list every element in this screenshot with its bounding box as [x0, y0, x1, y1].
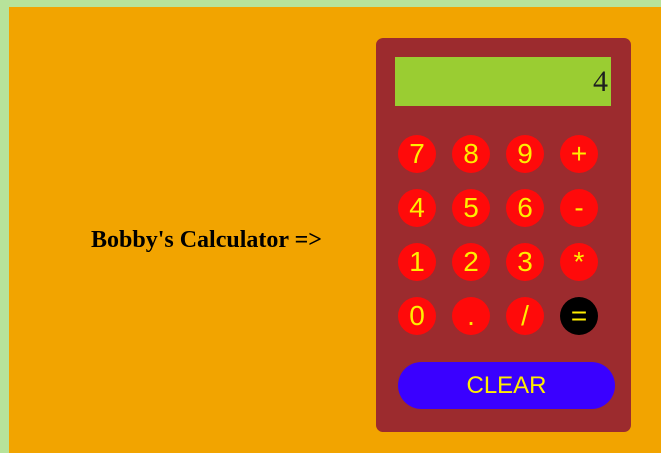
- key-3[interactable]: 3: [506, 243, 544, 281]
- key-5[interactable]: 5: [452, 189, 490, 227]
- key-8[interactable]: 8: [452, 135, 490, 173]
- key-2[interactable]: 2: [452, 243, 490, 281]
- key-7[interactable]: 7: [398, 135, 436, 173]
- keypad: 7 8 9 + 4 5 6 - 1 2 3 * 0 . / =: [398, 135, 614, 345]
- key-plus[interactable]: +: [560, 135, 598, 173]
- calculator: 4 7 8 9 + 4 5 6 - 1 2 3 * 0 . / = CLEAR: [376, 38, 631, 432]
- key-9[interactable]: 9: [506, 135, 544, 173]
- key-4[interactable]: 4: [398, 189, 436, 227]
- key-6[interactable]: 6: [506, 189, 544, 227]
- key-divide[interactable]: /: [506, 297, 544, 335]
- page-background: Bobby's Calculator => 4 7 8 9 + 4 5 6 - …: [9, 7, 661, 453]
- calculator-display: 4: [395, 57, 611, 106]
- key-1[interactable]: 1: [398, 243, 436, 281]
- key-multiply[interactable]: *: [560, 243, 598, 281]
- key-0[interactable]: 0: [398, 297, 436, 335]
- key-decimal[interactable]: .: [452, 297, 490, 335]
- key-minus[interactable]: -: [560, 189, 598, 227]
- page-title: Bobby's Calculator =>: [91, 227, 322, 253]
- key-equals[interactable]: =: [560, 297, 598, 335]
- clear-button[interactable]: CLEAR: [398, 362, 615, 409]
